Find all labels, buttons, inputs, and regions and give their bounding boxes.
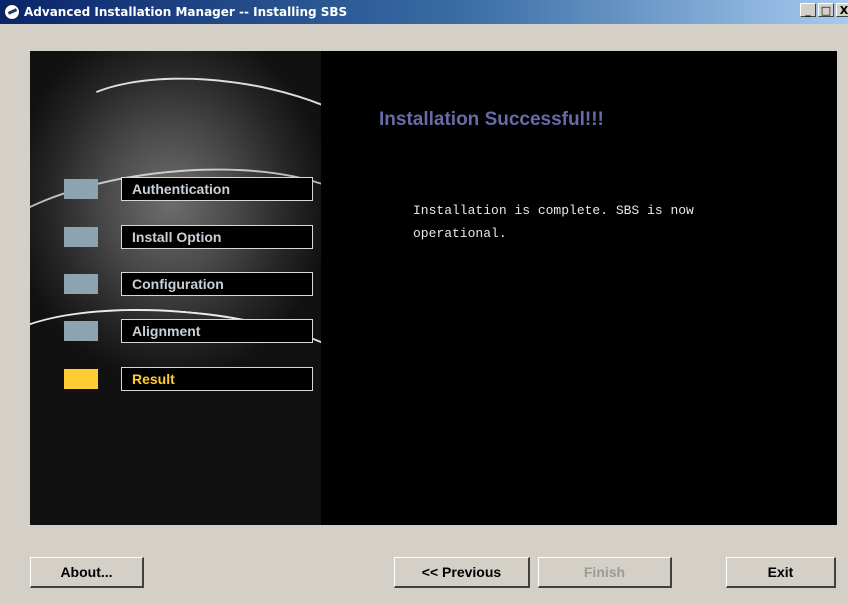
step-indicator (64, 274, 98, 294)
step-result: Result (64, 367, 314, 391)
step-label: Configuration (121, 272, 313, 296)
step-configuration: Configuration (64, 272, 314, 296)
exit-button[interactable]: Exit (726, 557, 836, 588)
step-install-option: Install Option (64, 225, 314, 249)
step-label: Alignment (121, 319, 313, 343)
content-panel: Installation Successful!!! Installation … (321, 51, 837, 525)
main-panel: Authentication Install Option Configurat… (30, 51, 837, 525)
window-controls: _ □ X (800, 3, 848, 17)
step-indicator (64, 179, 98, 199)
step-authentication: Authentication (64, 177, 314, 201)
step-label: Authentication (121, 177, 313, 201)
title-bar: Advanced Installation Manager -- Install… (0, 0, 848, 24)
status-message: Installation is complete. SBS is now ope… (413, 203, 694, 241)
about-button[interactable]: About... (30, 557, 144, 588)
step-indicator (64, 227, 98, 247)
previous-button[interactable]: << Previous (394, 557, 530, 588)
step-indicator (64, 369, 98, 389)
step-indicator (64, 321, 98, 341)
minimize-button[interactable]: _ (800, 3, 816, 17)
app-icon (4, 4, 20, 20)
finish-button[interactable]: Finish (538, 557, 672, 588)
step-alignment: Alignment (64, 319, 314, 343)
page-title: Installation Successful!!! (379, 109, 604, 130)
step-label: Result (121, 367, 313, 391)
step-label: Install Option (121, 225, 313, 249)
maximize-button[interactable]: □ (818, 3, 834, 17)
window-title: Advanced Installation Manager -- Install… (24, 5, 348, 19)
close-button[interactable]: X (836, 3, 848, 17)
globe-sidebar: Authentication Install Option Configurat… (30, 51, 321, 525)
